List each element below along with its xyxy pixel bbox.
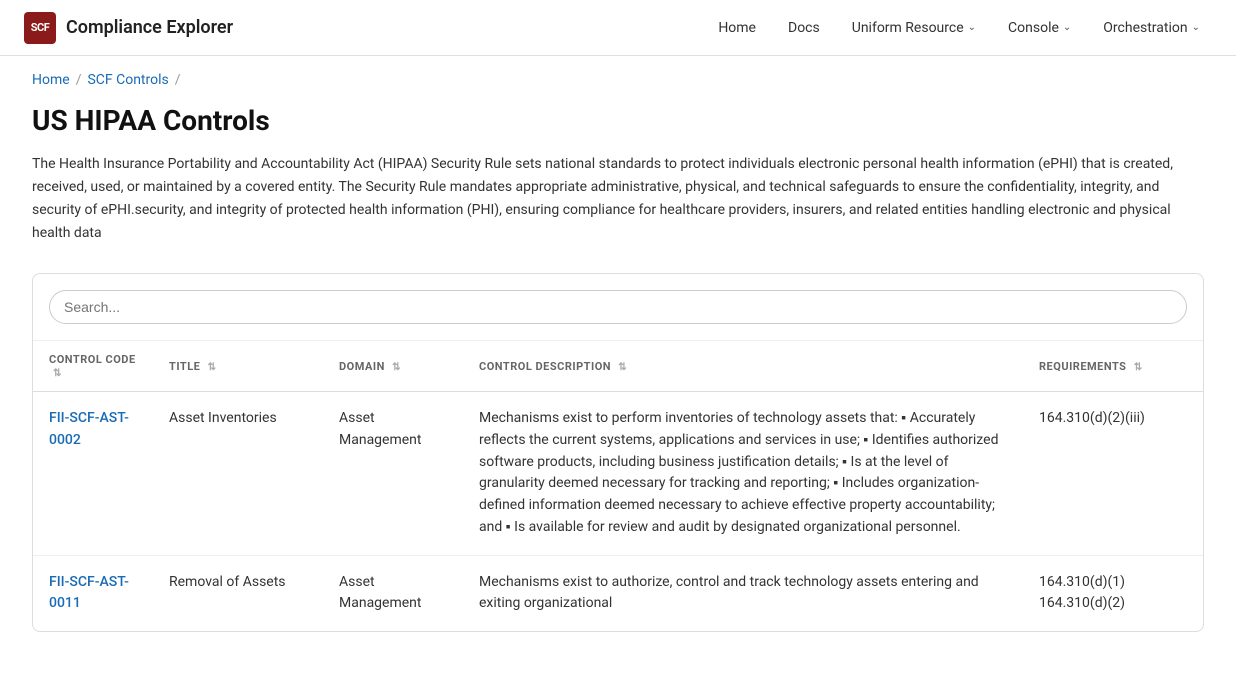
controls-table: CONTROL CODE ⇅ TITLE ⇅ DOMAIN ⇅ CONTROL … xyxy=(33,341,1203,631)
table-row: FII-SCF-AST-0011 Removal of Assets Asset… xyxy=(33,555,1203,631)
search-input[interactable] xyxy=(49,290,1187,324)
cell-domain: Asset Management xyxy=(323,392,463,555)
cell-domain: Asset Management xyxy=(323,555,463,631)
breadcrumb: Home / SCF Controls / xyxy=(0,56,1236,96)
table-header-row: CONTROL CODE ⇅ TITLE ⇅ DOMAIN ⇅ CONTROL … xyxy=(33,341,1203,392)
cell-description: Mechanisms exist to authorize, control a… xyxy=(463,555,1023,631)
cell-requirements: 164.310(d)(1) 164.310(d)(2) xyxy=(1023,555,1203,631)
chevron-down-icon: ⌄ xyxy=(1192,22,1200,33)
sort-icon[interactable]: ⇅ xyxy=(208,362,217,373)
breadcrumb-separator-2: / xyxy=(175,72,181,88)
brand-title: Compliance Explorer xyxy=(66,17,233,38)
col-header-requirements: REQUIREMENTS ⇅ xyxy=(1023,341,1203,392)
sort-icon[interactable]: ⇅ xyxy=(618,362,627,373)
navbar: SCF Compliance Explorer Home Docs Unifor… xyxy=(0,0,1236,56)
brand: SCF Compliance Explorer xyxy=(24,12,233,44)
cell-requirements: 164.310(d)(2)(iii) xyxy=(1023,392,1203,555)
col-header-title: TITLE ⇅ xyxy=(153,341,323,392)
page-description: The Health Insurance Portability and Acc… xyxy=(32,153,1202,245)
cell-title: Asset Inventories xyxy=(153,392,323,555)
control-code-link[interactable]: FII-SCF-AST-0011 xyxy=(49,574,129,612)
table-row: FII-SCF-AST-0002 Asset Inventories Asset… xyxy=(33,392,1203,555)
col-header-description: CONTROL DESCRIPTION ⇅ xyxy=(463,341,1023,392)
nav-console[interactable]: Console ⌄ xyxy=(996,12,1083,44)
sort-icon[interactable]: ⇅ xyxy=(392,362,401,373)
nav-orchestration[interactable]: Orchestration ⌄ xyxy=(1091,12,1212,44)
chevron-down-icon: ⌄ xyxy=(968,22,976,33)
breadcrumb-scf-controls[interactable]: SCF Controls xyxy=(87,72,168,88)
col-header-control-code: CONTROL CODE ⇅ xyxy=(33,341,153,392)
cell-title: Removal of Assets xyxy=(153,555,323,631)
nav-home[interactable]: Home xyxy=(706,12,768,44)
cell-control-code: FII-SCF-AST-0002 xyxy=(33,392,153,555)
col-header-domain: DOMAIN ⇅ xyxy=(323,341,463,392)
main-content: US HIPAA Controls The Health Insurance P… xyxy=(0,96,1236,664)
cell-control-code: FII-SCF-AST-0011 xyxy=(33,555,153,631)
nav-uniform-resource[interactable]: Uniform Resource ⌄ xyxy=(840,12,988,44)
search-wrapper xyxy=(33,274,1203,341)
control-code-link[interactable]: FII-SCF-AST-0002 xyxy=(49,410,129,448)
sort-icon[interactable]: ⇅ xyxy=(1134,362,1143,373)
breadcrumb-home[interactable]: Home xyxy=(32,72,70,88)
brand-logo: SCF xyxy=(24,12,56,44)
nav-links: Home Docs Uniform Resource ⌄ Console ⌄ O… xyxy=(706,12,1212,44)
sort-icon[interactable]: ⇅ xyxy=(53,368,62,379)
page-title: US HIPAA Controls xyxy=(32,104,1204,137)
breadcrumb-separator: / xyxy=(76,72,82,88)
controls-table-container: CONTROL CODE ⇅ TITLE ⇅ DOMAIN ⇅ CONTROL … xyxy=(32,273,1204,632)
nav-docs[interactable]: Docs xyxy=(776,12,832,44)
cell-description: Mechanisms exist to perform inventories … xyxy=(463,392,1023,555)
chevron-down-icon: ⌄ xyxy=(1063,22,1071,33)
